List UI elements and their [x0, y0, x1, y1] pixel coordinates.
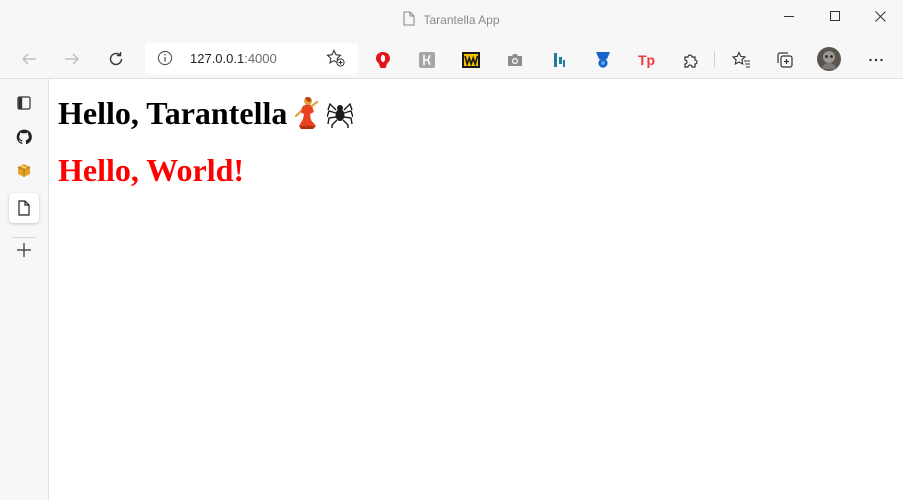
window-title: Tarantella App	[423, 13, 500, 27]
forward-arrow-icon	[65, 53, 79, 65]
browser-toolbar: 127.0.0.1:4000 Tp	[0, 40, 903, 79]
github-icon[interactable]	[9, 122, 39, 152]
package-icon[interactable]	[9, 156, 39, 186]
tampermonkey-grey-icon[interactable]	[417, 50, 437, 70]
title-bar: Tarantella App	[0, 0, 903, 40]
address-bar[interactable]: 127.0.0.1:4000	[145, 43, 358, 74]
add-icon[interactable]	[9, 235, 39, 265]
forward-button[interactable]	[57, 44, 87, 74]
favorites-icon[interactable]	[731, 50, 751, 70]
back-button[interactable]	[14, 44, 44, 74]
url-port: :4000	[244, 51, 277, 66]
vertical-sidebar	[0, 79, 49, 500]
spider-emoji-icon	[326, 99, 355, 135]
dancer-emoji-icon	[291, 96, 323, 137]
bars-blue-icon[interactable]	[549, 50, 569, 70]
url-text[interactable]: 127.0.0.1:4000	[190, 51, 277, 66]
medal-blue-icon[interactable]	[593, 50, 613, 70]
camera-icon[interactable]	[505, 50, 525, 70]
page-heading: Hello, Tarantella	[58, 95, 288, 131]
opera-red-icon[interactable]	[373, 50, 393, 70]
tp-red-icon[interactable]: Tp	[637, 50, 657, 70]
puzzle-icon[interactable]	[681, 50, 701, 70]
site-info-icon[interactable]	[157, 50, 173, 71]
maximize-button[interactable]	[812, 0, 858, 32]
refresh-button[interactable]	[101, 44, 131, 74]
tab-actions-icon[interactable]	[9, 88, 39, 118]
minimize-button[interactable]	[766, 0, 812, 32]
svg-text:Tp: Tp	[638, 52, 655, 68]
close-button[interactable]	[857, 0, 903, 32]
document-icon	[403, 11, 416, 29]
collections-icon[interactable]	[775, 50, 795, 70]
profile-avatar[interactable]	[817, 47, 841, 71]
page-subheading: Hello, World!	[58, 152, 245, 188]
page-tab-icon[interactable]	[9, 193, 39, 223]
page-content: Hello, Tarantella Hello, World!	[49, 79, 903, 500]
url-host: 127.0.0.1	[190, 51, 245, 66]
refresh-icon	[109, 52, 123, 66]
page-heading-row: Hello, Tarantella	[58, 95, 355, 137]
back-arrow-icon	[22, 53, 36, 65]
w-yellow-icon[interactable]	[461, 50, 481, 70]
more-options-icon[interactable]	[866, 50, 886, 70]
add-favorite-icon[interactable]	[326, 49, 345, 72]
toolbar-divider	[714, 51, 715, 67]
